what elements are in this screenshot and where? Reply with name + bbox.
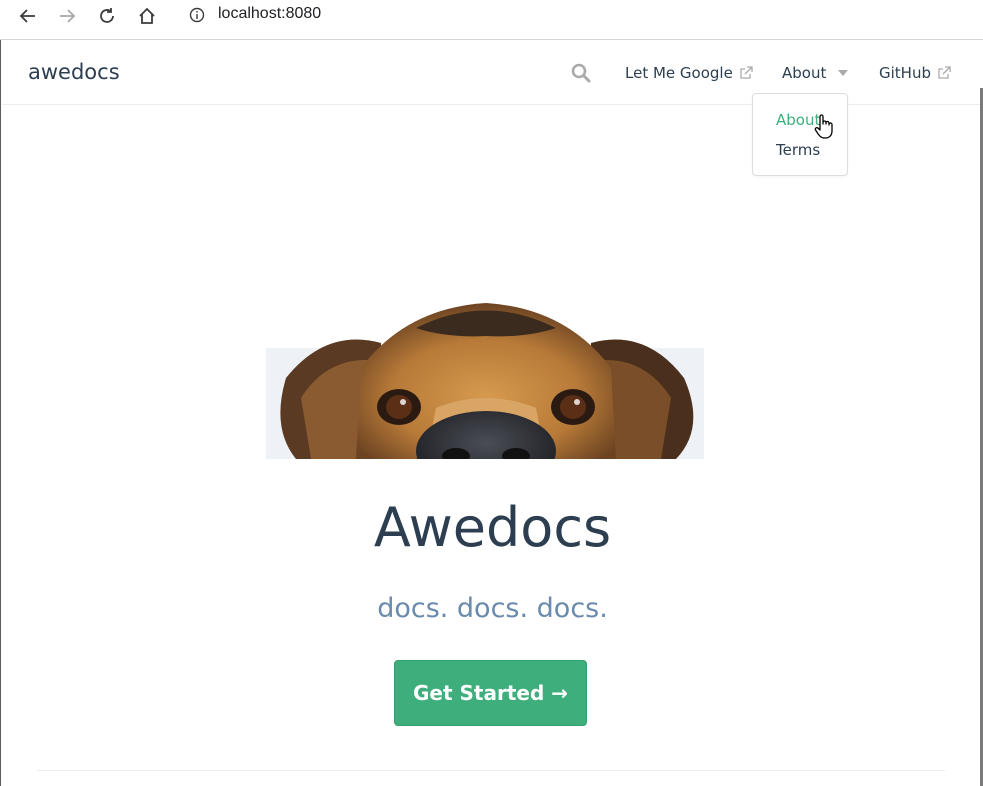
- nav-dropdown-about[interactable]: About: [782, 64, 849, 82]
- external-link-icon: [938, 66, 951, 79]
- external-link-icon: [740, 66, 753, 79]
- hero-title: Awedocs: [373, 496, 612, 559]
- nav-link-let-me-google[interactable]: Let Me Google: [625, 64, 753, 82]
- back-button[interactable]: [12, 4, 44, 28]
- page-viewport: awedocs Let Me Google About GitHub About: [0, 40, 983, 786]
- nav-link-label: About: [782, 64, 827, 82]
- reload-button[interactable]: [91, 4, 123, 28]
- home-button[interactable]: [131, 4, 163, 28]
- hand-cursor-icon: [814, 114, 833, 139]
- forward-button[interactable]: [51, 4, 83, 28]
- nav-link-label: GitHub: [879, 64, 931, 82]
- dropdown-item-terms[interactable]: Terms: [776, 141, 820, 159]
- hero-description: docs. docs. docs.: [377, 593, 608, 624]
- arrow-right-icon: [60, 9, 76, 23]
- content-divider: [37, 770, 945, 771]
- get-started-button[interactable]: Get Started →: [394, 660, 587, 726]
- hero-image: [266, 303, 704, 459]
- caret-down-icon: [838, 70, 849, 76]
- search-icon[interactable]: [570, 62, 592, 84]
- browser-toolbar: localhost:8080: [0, 0, 983, 40]
- nav-link-github[interactable]: GitHub: [879, 64, 951, 82]
- address-bar-url[interactable]: localhost:8080: [218, 5, 321, 23]
- home-icon: [139, 7, 155, 24]
- arrow-left-icon: [19, 9, 35, 23]
- info-circle-icon[interactable]: [189, 7, 205, 23]
- reload-icon: [100, 8, 114, 23]
- nav-link-label: Let Me Google: [625, 64, 733, 82]
- site-name-link[interactable]: awedocs: [28, 60, 120, 84]
